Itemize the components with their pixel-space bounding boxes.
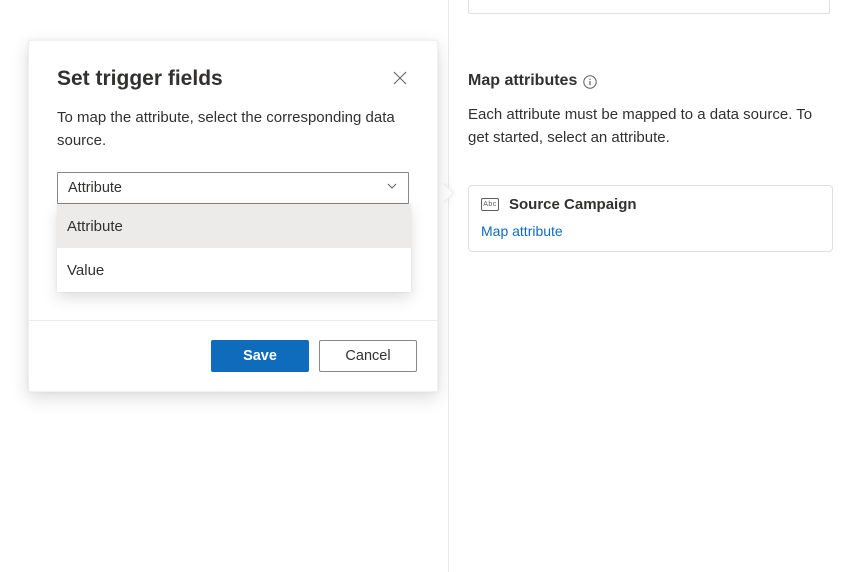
map-attributes-description: Each attribute must be mapped to a data … xyxy=(468,104,828,149)
data-source-select[interactable]: Attribute Attribute Value xyxy=(57,172,409,204)
dropdown-list: Attribute Value xyxy=(57,204,411,292)
dialog-title: Set trigger fields xyxy=(57,67,223,91)
vertical-divider xyxy=(448,0,449,572)
set-trigger-fields-dialog: Set trigger fields To map the attribute,… xyxy=(28,40,438,392)
attribute-title: Source Campaign xyxy=(509,196,637,213)
select-box[interactable]: Attribute xyxy=(57,172,409,204)
dialog-description: To map the attribute, select the corresp… xyxy=(57,107,409,152)
chevron-down-icon xyxy=(386,180,398,196)
map-attribute-link[interactable]: Map attribute xyxy=(481,223,563,239)
section-title-row: Map attributes xyxy=(468,72,838,90)
cancel-button[interactable]: Cancel xyxy=(319,340,417,372)
dialog-header: Set trigger fields xyxy=(57,67,409,91)
dialog-footer: Save Cancel xyxy=(29,320,437,391)
info-icon[interactable] xyxy=(583,75,597,89)
dropdown-option-value[interactable]: Value xyxy=(57,248,411,292)
text-type-icon: Abc xyxy=(481,198,499,211)
select-value: Attribute xyxy=(68,180,122,196)
map-attributes-title: Map attributes xyxy=(468,72,577,90)
attribute-card[interactable]: Abc Source Campaign Map attribute xyxy=(468,185,833,252)
close-button[interactable] xyxy=(393,67,409,88)
save-button[interactable]: Save xyxy=(211,340,309,372)
placeholder-box xyxy=(468,0,830,14)
attribute-card-header: Abc Source Campaign xyxy=(481,196,820,213)
right-pane: Map attributes Each attribute must be ma… xyxy=(468,0,838,252)
dropdown-option-attribute[interactable]: Attribute xyxy=(57,204,411,248)
